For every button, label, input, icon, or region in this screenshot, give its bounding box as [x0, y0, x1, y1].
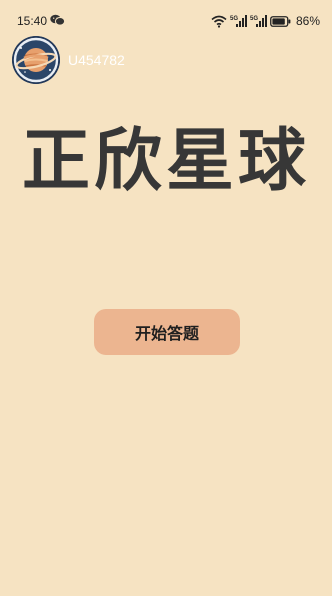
svg-text:5G: 5G: [230, 16, 238, 22]
wifi-icon: [211, 15, 227, 28]
status-icons: 5G 5G 86%: [211, 13, 320, 29]
avatar[interactable]: [12, 36, 60, 84]
status-bar: 15:40 5G 5G 86%: [0, 0, 332, 40]
app-title: 正欣星球: [21, 122, 310, 201]
planet-avatar-icon: [12, 36, 60, 84]
svg-text:5G: 5G: [250, 16, 258, 22]
battery-percentage: 86%: [295, 14, 320, 28]
signal-5g-icon-2: 5G: [250, 15, 267, 27]
battery-icon: [270, 15, 291, 27]
status-time: 15:40: [17, 14, 48, 28]
signal-5g-icon-1: 5G: [230, 15, 247, 27]
wechat-icon: [50, 14, 65, 26]
username: U454782: [68, 52, 125, 68]
start-quiz-button[interactable]: 开始答题: [94, 309, 240, 355]
